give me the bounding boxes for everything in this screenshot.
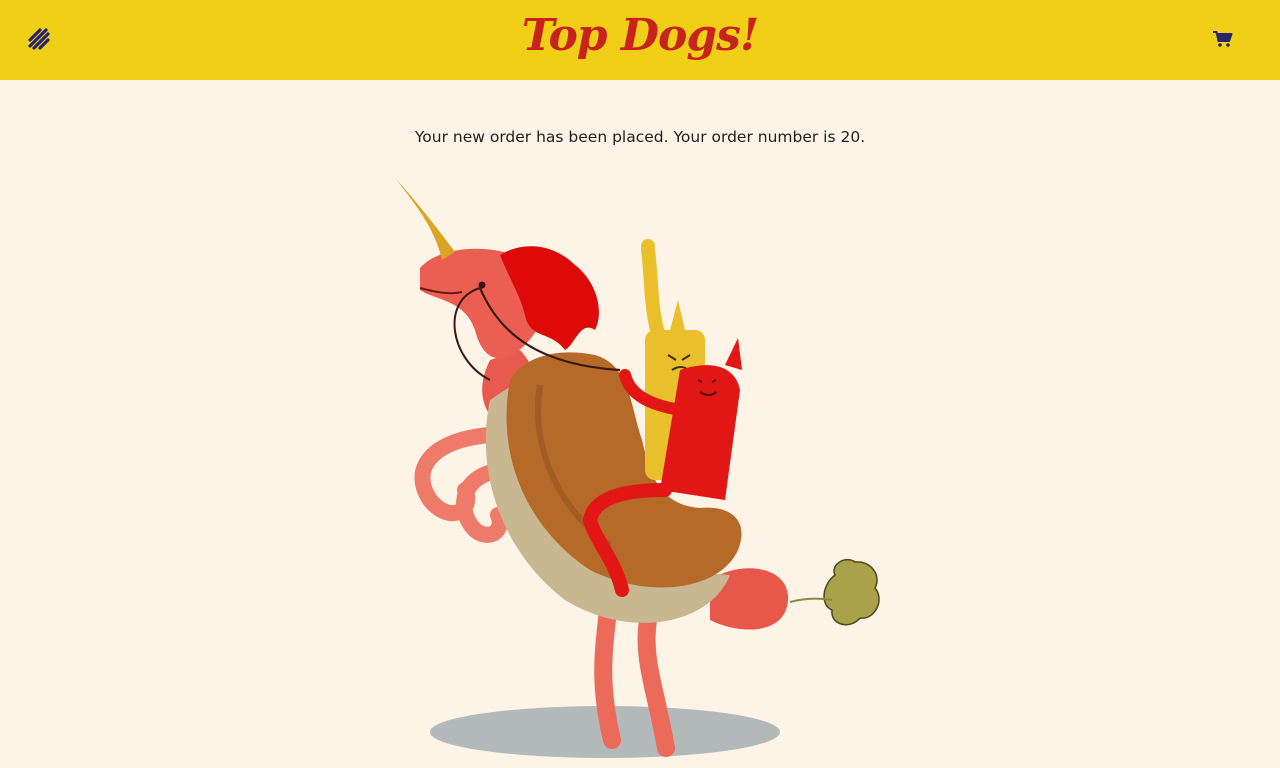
top-header: Top Dogs! (0, 0, 1280, 80)
shopping-cart-icon (1213, 31, 1233, 47)
menu-button[interactable] (24, 24, 54, 54)
hot-dog-unicorn-rodeo-illustration (395, 178, 880, 758)
hotdog-menu-icon (28, 28, 50, 50)
order-confirmation-message: Your new order has been placed. Your ord… (414, 128, 866, 146)
mustard-hand (641, 239, 655, 253)
ketchup-nozzle (725, 338, 742, 370)
mustard-horn (395, 178, 455, 260)
hotdog-leg-back (594, 601, 621, 749)
brand-title[interactable]: Top Dogs! (0, 0, 1280, 80)
mustard-nozzle (670, 300, 685, 330)
fart-cloud (823, 558, 880, 626)
cart-button[interactable] (1210, 26, 1236, 52)
mustard-arm-raised (641, 243, 667, 347)
